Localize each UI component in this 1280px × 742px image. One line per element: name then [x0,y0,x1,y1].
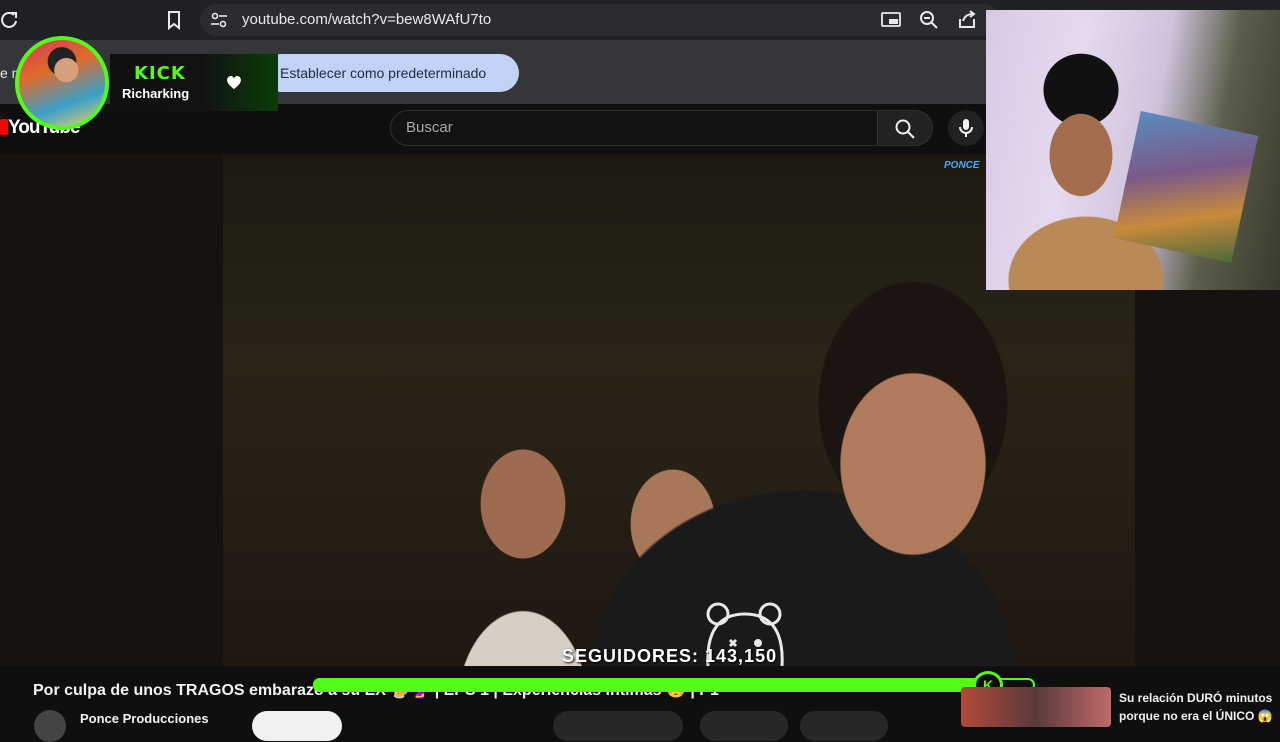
subscribe-button[interactable] [252,711,342,741]
share-video-button[interactable] [700,711,788,741]
bookmark-icon[interactable] [163,9,185,31]
set-default-button[interactable]: Establecer como predeterminado [262,54,519,92]
url-text[interactable]: youtube.com/watch?v=bew8WAfU7to [242,11,491,28]
cast-icon[interactable] [880,10,902,30]
zoom-icon[interactable] [918,9,940,31]
video-right-letterbox [1135,290,1280,666]
mic-icon[interactable] [956,117,976,139]
search-icon[interactable] [894,118,916,140]
video-left-letterbox [0,154,223,666]
youtube-logo-icon[interactable] [0,119,8,135]
site-info-icon[interactable] [208,9,230,31]
channel-watermark: PONCE [944,160,980,171]
share-icon[interactable] [956,9,978,31]
save-video-button[interactable] [800,711,888,741]
streamer-avatar [15,36,109,130]
kick-progress-fill [313,678,984,692]
channel-name[interactable]: Ponce Producciones [80,711,209,726]
kick-logo: KICK [134,63,186,84]
followers-counter: SEGUIDORES: 143,150 [562,646,778,666]
kick-username: Richarking [122,86,190,101]
heart-icon [227,76,241,89]
recommended-video-thumbnail[interactable] [961,687,1111,727]
reload-icon[interactable] [0,10,20,30]
search-input[interactable]: Buscar [390,110,878,146]
channel-avatar[interactable] [34,710,66,742]
like-dislike-button[interactable] [553,711,683,741]
